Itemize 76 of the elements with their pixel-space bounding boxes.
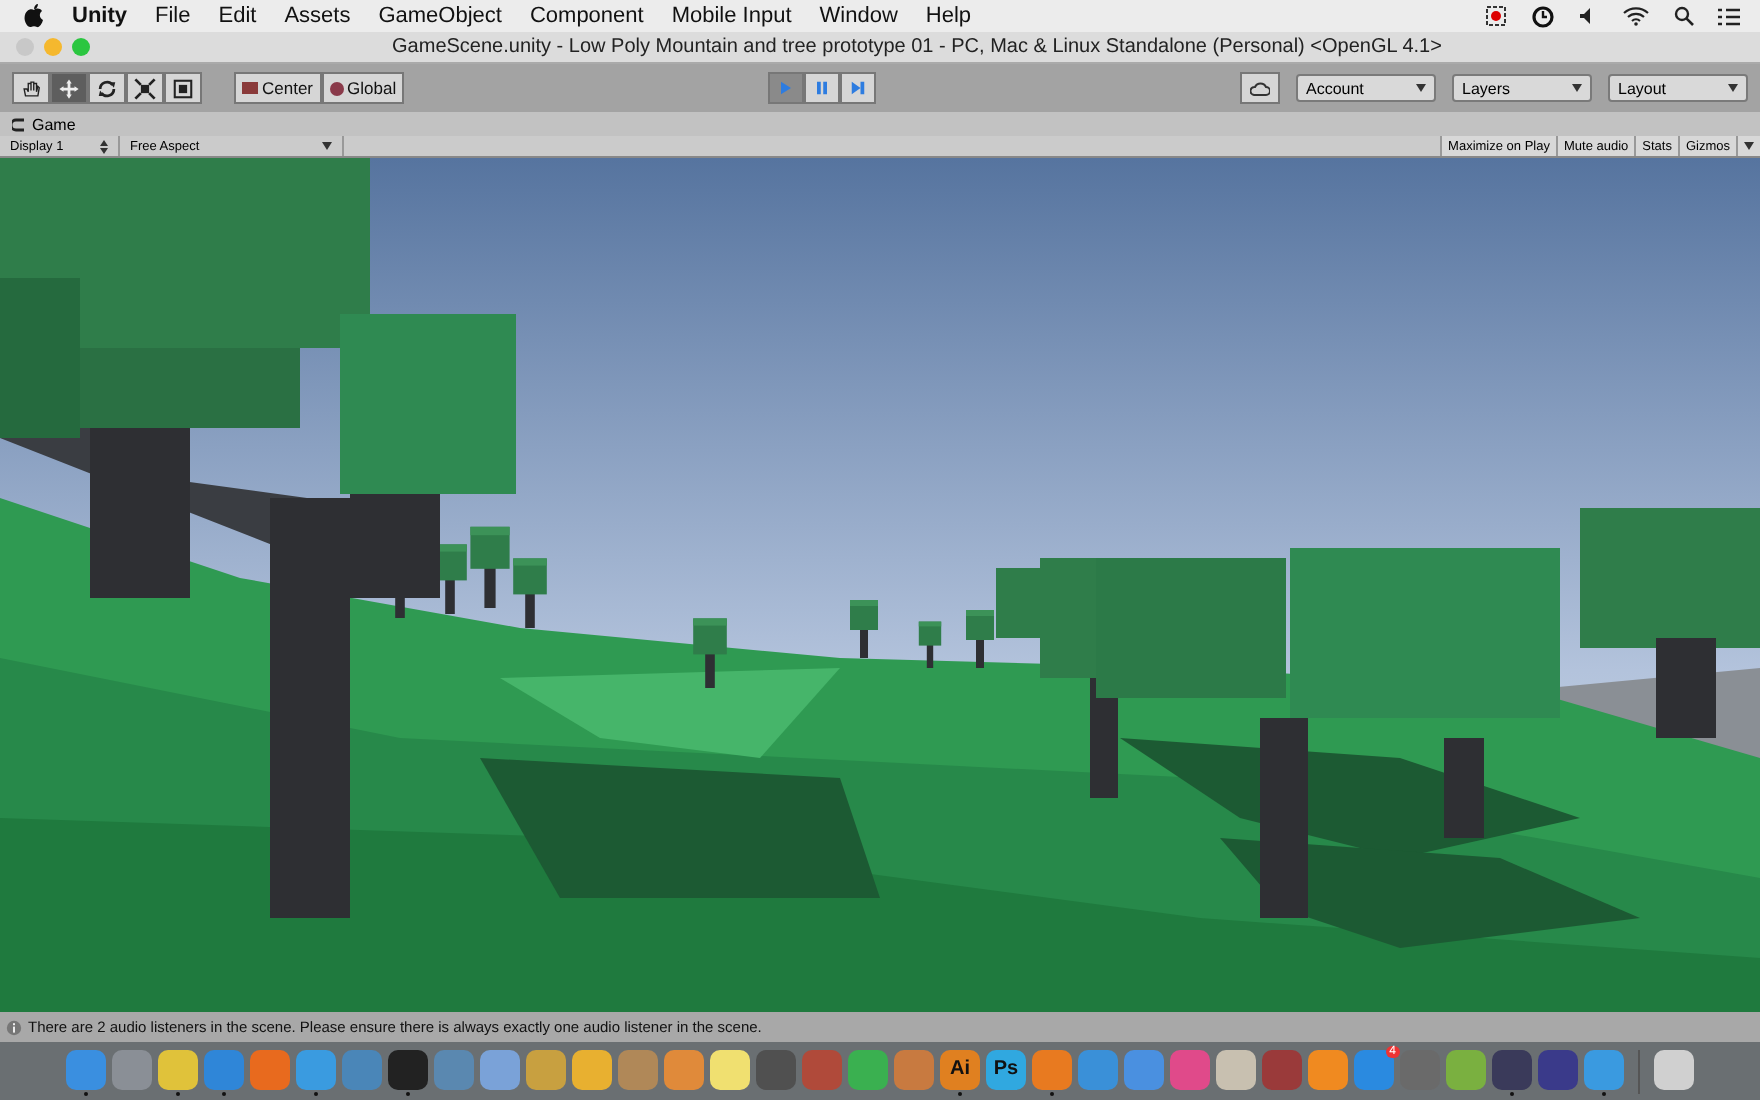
rect-icon [172, 77, 194, 99]
gizmos-menu-button[interactable] [1736, 136, 1760, 156]
app-icon[interactable] [710, 1049, 750, 1089]
app-icon[interactable] [572, 1049, 612, 1089]
pause-button[interactable] [804, 72, 841, 104]
app-icon[interactable] [296, 1049, 336, 1089]
hand-tool-button[interactable] [12, 72, 50, 104]
app-icon[interactable] [848, 1049, 888, 1089]
search-icon[interactable] [1674, 6, 1694, 26]
app-icon[interactable] [480, 1049, 520, 1089]
app-icon[interactable] [1124, 1049, 1164, 1089]
app-icon[interactable] [1308, 1049, 1348, 1089]
menu-item[interactable]: Edit [218, 4, 257, 28]
app-icon[interactable] [894, 1049, 934, 1089]
menu-item[interactable]: Help [925, 4, 972, 28]
app-icon[interactable] [756, 1049, 796, 1089]
rect-tool-button[interactable] [164, 72, 202, 104]
step-icon [848, 78, 869, 98]
app-icon[interactable] [526, 1049, 566, 1089]
caret-icon [1416, 84, 1426, 92]
rotate-tool-button[interactable] [88, 72, 126, 104]
menu-item[interactable]: Assets [284, 4, 351, 28]
app-icon[interactable] [388, 1049, 428, 1089]
list-icon[interactable] [1718, 7, 1740, 25]
hand-icon [20, 77, 42, 99]
layers-dropdown[interactable]: Layers [1452, 74, 1592, 102]
app-icon[interactable] [1584, 1049, 1624, 1089]
menu-item[interactable]: Unity [72, 4, 127, 28]
globe-icon [329, 81, 344, 95]
caret-icon [322, 142, 332, 150]
info-icon [6, 1019, 22, 1035]
app-icon[interactable] [1492, 1049, 1532, 1089]
app-icon[interactable] [158, 1049, 198, 1089]
app-icon[interactable] [1216, 1049, 1256, 1089]
app-icon[interactable] [250, 1049, 290, 1089]
apple-logo-icon[interactable] [24, 4, 44, 28]
caret-icon [1728, 84, 1738, 92]
layout-dropdown[interactable]: Layout [1608, 74, 1748, 102]
menu-item[interactable]: File [155, 4, 191, 28]
app-icon[interactable] [1538, 1049, 1578, 1089]
caret-icon [1744, 142, 1754, 150]
scale-tool-button[interactable] [126, 72, 164, 104]
up-down-arrows-icon [100, 139, 108, 153]
cloud-icon [1250, 81, 1270, 95]
app-icon[interactable] [1446, 1049, 1486, 1089]
caret-icon [1572, 84, 1582, 92]
menu-item[interactable]: Window [819, 4, 898, 28]
wifi-icon[interactable] [1622, 6, 1650, 26]
app-icon[interactable] [618, 1049, 658, 1089]
clock-icon[interactable] [1532, 5, 1554, 27]
play-button[interactable] [768, 72, 805, 104]
app-icon[interactable] [112, 1049, 152, 1089]
pivot-button[interactable]: Center [234, 72, 322, 104]
pivot-icon [242, 82, 258, 94]
app-icon[interactable] [664, 1049, 704, 1089]
app-icon[interactable]: Ps [986, 1049, 1026, 1089]
pause-icon [812, 78, 833, 98]
menu-item[interactable]: Component [529, 4, 644, 28]
step-button[interactable] [840, 72, 877, 104]
menu-item[interactable]: GameObject [378, 4, 502, 28]
move-icon [58, 77, 80, 99]
app-icon[interactable]: Ai [940, 1049, 980, 1089]
screen-record-icon[interactable] [1486, 5, 1508, 27]
minimize-button[interactable] [44, 38, 62, 56]
app-icon[interactable] [1032, 1049, 1072, 1089]
cloud-button[interactable] [1240, 72, 1280, 104]
move-tool-button[interactable] [50, 72, 88, 104]
trash-icon[interactable] [1654, 1049, 1694, 1089]
account-dropdown[interactable]: Account [1296, 74, 1436, 102]
space-button[interactable]: Global [321, 72, 405, 104]
game-tab[interactable]: Game [32, 115, 76, 133]
zoom-button[interactable] [72, 38, 90, 56]
rotate-icon [96, 77, 118, 99]
window-title: GameScene.unity - Low Poly Mountain and tree prototype 01 - PC, Mac & Linux Standalone (Personal) <OpenGL 4.1> [390, 36, 1444, 58]
scale-icon [134, 77, 156, 99]
menu-item[interactable]: Mobile Input [671, 4, 792, 28]
